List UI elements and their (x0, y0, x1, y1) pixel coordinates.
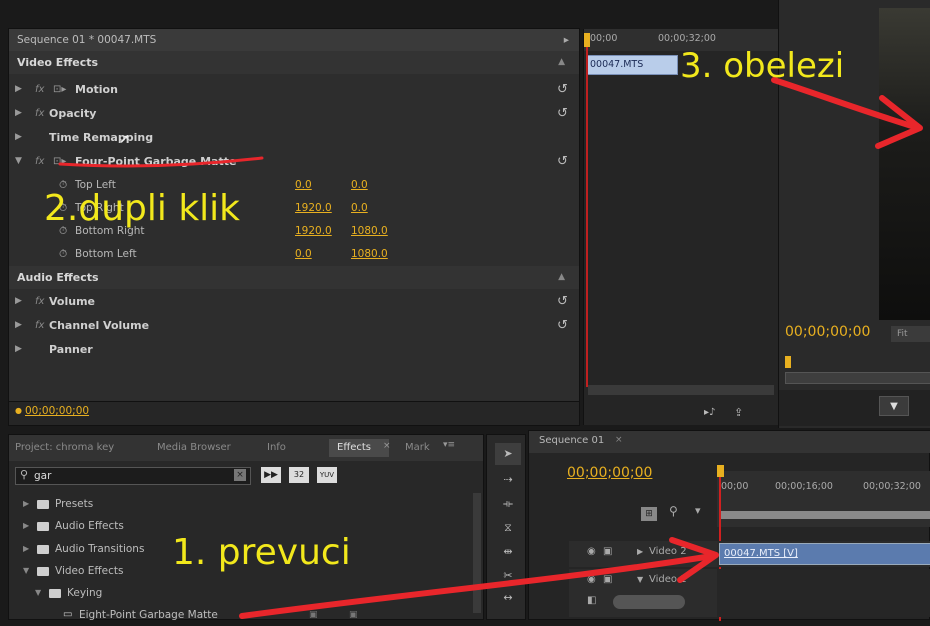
underline-mark (58, 156, 264, 168)
annotation-step-2: 2.dupli klik (44, 188, 241, 229)
annotation-step-1: 1. prevuci (172, 532, 351, 573)
annotation-overlay (58, 77, 923, 619)
annotation-step-3: 3. obelezi (680, 46, 845, 86)
select-arrow (771, 77, 921, 131)
